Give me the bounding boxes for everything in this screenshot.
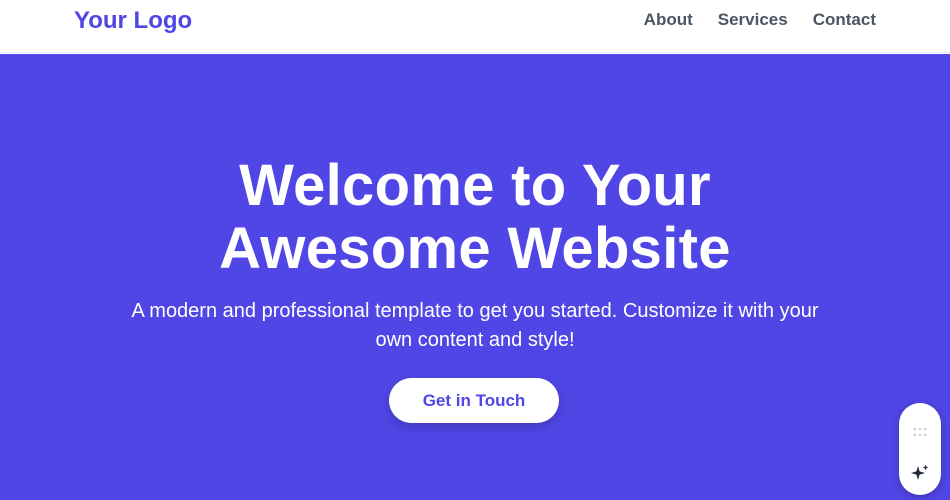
main-nav: About Services Contact bbox=[644, 9, 876, 31]
site-logo[interactable]: Your Logo bbox=[74, 6, 192, 36]
drag-grip-icon[interactable] bbox=[913, 424, 927, 437]
hero-title: Welcome to Your Awesome Website bbox=[0, 154, 950, 280]
nav-link-services[interactable]: Services bbox=[718, 9, 788, 31]
hero-subtitle: A modern and professional template to ge… bbox=[131, 300, 819, 351]
get-in-touch-button[interactable]: Get in Touch bbox=[389, 378, 559, 423]
floating-assistant-widget[interactable] bbox=[899, 403, 941, 495]
hero-title-line-2: Awesome Website bbox=[219, 216, 731, 281]
nav-link-about[interactable]: About bbox=[644, 9, 693, 31]
hero-title-line-1: Welcome to Your bbox=[239, 153, 711, 218]
nav-link-contact[interactable]: Contact bbox=[813, 9, 876, 31]
navbar: Your Logo About Services Contact bbox=[0, 0, 950, 53]
sparkle-icon[interactable] bbox=[910, 463, 930, 483]
hero-section: Welcome to Your Awesome Website A modern… bbox=[0, 54, 950, 500]
